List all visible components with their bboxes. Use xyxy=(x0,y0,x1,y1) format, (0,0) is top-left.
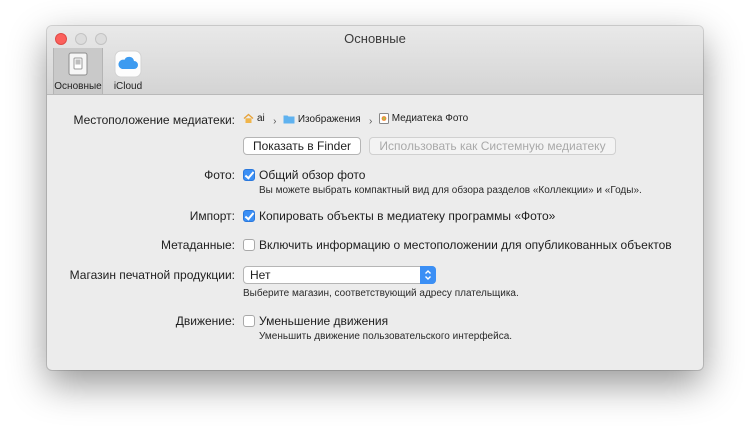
home-icon xyxy=(243,113,254,123)
updown-chevron-icon xyxy=(420,266,436,284)
reduce-motion-checkbox[interactable]: Уменьшение движения xyxy=(243,314,388,328)
print-store-label: Магазин печатной продукции: xyxy=(69,268,235,282)
switch-icon xyxy=(64,50,92,78)
include-location-checkbox[interactable]: Включить информацию о местоположении для… xyxy=(243,238,672,252)
checkbox-unchecked[interactable] xyxy=(243,315,255,327)
preferences-tabs: Основные iCloud xyxy=(53,48,153,94)
tab-general[interactable]: Основные xyxy=(53,48,103,94)
print-store-value: Нет xyxy=(250,268,271,282)
chevron-right-icon: › xyxy=(369,116,373,127)
copy-items-checkbox[interactable]: Копировать объекты в медиатеку программы… xyxy=(243,209,555,223)
summarize-photos-checkbox[interactable]: Общий обзор фото xyxy=(243,168,365,182)
checkbox-checked[interactable] xyxy=(243,210,255,222)
folder-icon xyxy=(283,115,295,124)
use-as-system-library-button[interactable]: Использовать как Системную медиатеку xyxy=(369,137,616,155)
icloud-icon xyxy=(114,50,142,78)
chevron-right-icon: › xyxy=(273,116,277,127)
show-in-finder-button[interactable]: Показать в Finder xyxy=(243,137,361,155)
toolbar: Основные Основные iCloud xyxy=(47,26,703,95)
checkbox-unchecked[interactable] xyxy=(243,239,255,251)
print-store-note: Выберите магазин, соответствующий адресу… xyxy=(243,288,519,299)
metadata-label: Метаданные: xyxy=(160,238,235,252)
window-title: Основные xyxy=(344,31,406,46)
path-segment-library[interactable]: Медиатека Фото xyxy=(378,113,468,124)
print-store-select[interactable]: Нет xyxy=(243,266,436,284)
photos-library-icon xyxy=(378,113,389,124)
path-segment-home[interactable]: ai xyxy=(243,113,265,124)
import-label: Импорт: xyxy=(189,209,235,223)
motion-note: Уменьшить движение пользовательского инт… xyxy=(259,331,513,342)
tab-label: Основные xyxy=(54,81,102,92)
tab-icloud[interactable]: iCloud xyxy=(103,48,153,94)
path-segment-pictures[interactable]: Изображения xyxy=(283,114,361,125)
motion-label: Движение: xyxy=(175,314,235,328)
checkbox-checked[interactable] xyxy=(243,169,255,181)
photos-label: Фото: xyxy=(204,168,235,182)
tab-label: iCloud xyxy=(113,81,143,92)
preferences-window: Основные Основные iCloud Местоположение … xyxy=(47,26,703,370)
library-label: Местоположение медиатеки: xyxy=(73,113,235,127)
photos-note: Вы можете выбрать компактный вид для обз… xyxy=(259,185,642,196)
library-path: ai › Изображения › Медиатека Фото xyxy=(243,113,470,127)
general-pane: Местоположение медиатеки: ai › Изображен… xyxy=(47,95,703,370)
